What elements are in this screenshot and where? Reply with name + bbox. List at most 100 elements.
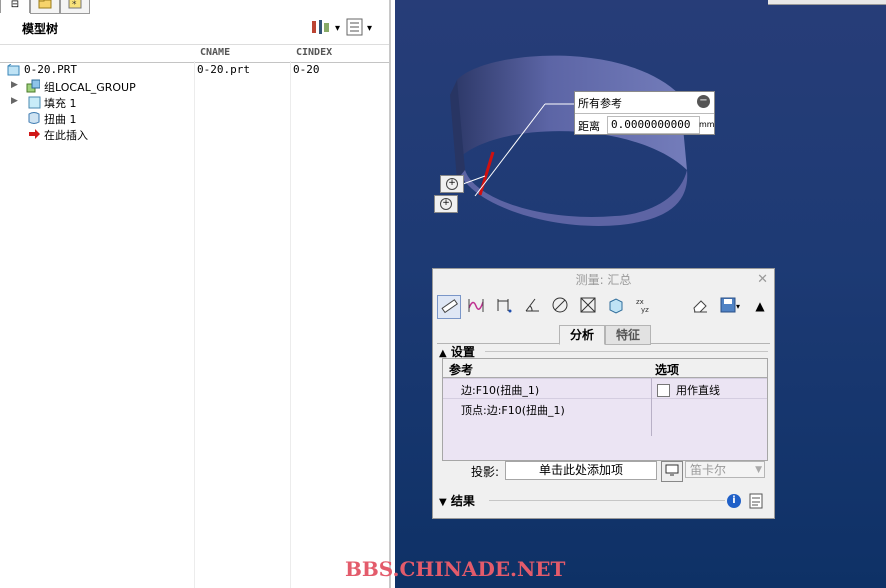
tree-columns-button[interactable]: ▾ xyxy=(346,18,372,38)
xyz-icon: zx yz xyxy=(635,296,653,317)
column-cname[interactable]: CNAME xyxy=(200,47,230,58)
settings-section-label: 设置 xyxy=(450,345,475,359)
warp-icon xyxy=(27,111,41,125)
diameter-icon xyxy=(551,296,569,317)
folder-icon xyxy=(38,0,52,12)
tree-icon: ⊟ xyxy=(10,0,20,10)
column-cindex[interactable]: CINDEX xyxy=(296,47,332,58)
plus-icon: + xyxy=(446,178,458,190)
plus-icon: + xyxy=(440,198,452,210)
expand-icon[interactable]: ▶ xyxy=(11,96,18,106)
area-icon xyxy=(579,296,597,317)
distance-value[interactable]: 0.0000000000 xyxy=(607,116,700,134)
collapse-icon[interactable]: − xyxy=(697,95,710,108)
table-header: 参考 选项 xyxy=(443,359,767,378)
tools-icon xyxy=(310,18,332,39)
tree-toolbar: ▾ ▾ xyxy=(310,18,372,38)
tab-analysis[interactable]: 分析 xyxy=(559,325,606,345)
chevron-down-icon: ▼ xyxy=(755,465,762,475)
reference-cell: 顶点:边:F10(扭曲_1) xyxy=(461,404,565,417)
tree-row-cname: 0-20.prt xyxy=(197,63,250,76)
angle-tool-button[interactable] xyxy=(521,295,543,317)
tree-row-warp[interactable]: 扭曲 1 xyxy=(0,111,389,127)
results-section-toggle[interactable]: ▼ 结果 xyxy=(439,492,475,509)
table-row[interactable]: 顶点:边:F10(扭曲_1) xyxy=(443,398,767,418)
callout-title: 所有参考 xyxy=(578,97,622,110)
tree-row-fill[interactable]: ▶ 填充 1 xyxy=(0,95,389,111)
reference-table: 参考 选项 边:F10(扭曲_1) 用作直线 顶点:边:F10(扭曲_1) xyxy=(442,358,768,461)
panel-tabs: ⊟ * xyxy=(0,0,395,14)
projection-view-button[interactable] xyxy=(661,461,683,482)
diameter-tool-button[interactable] xyxy=(549,295,571,317)
results-section-label: 结果 xyxy=(450,494,475,508)
tree-row-label: 在此插入 xyxy=(44,129,88,142)
collapse-toolbar-button[interactable]: ▲ xyxy=(749,295,771,317)
expand-icon[interactable]: ▶ xyxy=(11,80,18,90)
transform-tool-button[interactable]: zx yz xyxy=(633,295,655,317)
tree-row-label: 填充 1 xyxy=(44,97,77,110)
length-tool-button[interactable] xyxy=(437,295,461,319)
curve-icon xyxy=(467,296,485,317)
eraser-button[interactable] xyxy=(689,295,711,317)
close-icon[interactable]: ✕ xyxy=(757,272,768,287)
column-options: 选项 xyxy=(655,363,680,377)
use-as-line-label: 用作直线 xyxy=(676,384,720,397)
fill-icon xyxy=(27,95,41,109)
expand-reference-button[interactable]: + xyxy=(434,195,458,213)
area-tool-button[interactable] xyxy=(577,295,599,317)
dialog-tabs: 分析 特征 xyxy=(437,323,770,345)
coordinate-system-select[interactable]: 笛卡尔 ▼ xyxy=(685,461,765,478)
svg-text:yz: yz xyxy=(641,306,649,314)
tab-model-tree[interactable]: ⊟ xyxy=(0,0,30,13)
ruler-icon xyxy=(440,297,458,318)
projection-label: 投影: xyxy=(471,465,500,479)
reference-cell: 边:F10(扭曲_1) xyxy=(461,384,540,397)
coordinate-system-value: 笛卡尔 xyxy=(690,463,727,477)
distance-icon xyxy=(495,296,513,317)
distance-unit: mm xyxy=(699,120,715,129)
list-icon xyxy=(346,18,364,39)
measure-toolbar: zx yz ▾ ▲ xyxy=(437,295,770,321)
part-icon xyxy=(6,63,20,77)
projection-input[interactable]: 单击此处添加项 xyxy=(505,461,657,480)
angle-icon xyxy=(523,296,541,317)
info-icon[interactable]: i xyxy=(727,494,741,508)
column-divider xyxy=(651,377,652,436)
dialog-title: 测量: 汇总 xyxy=(575,273,632,287)
tab-favorites[interactable]: * xyxy=(60,0,90,14)
curve-tool-button[interactable] xyxy=(465,295,487,317)
table-row[interactable]: 边:F10(扭曲_1) 用作直线 xyxy=(443,378,767,398)
tree-row-label: 0-20.PRT xyxy=(24,63,77,76)
tree-settings-button[interactable]: ▾ xyxy=(310,18,340,38)
watermark: BBS.CHINADE.NET xyxy=(345,557,566,581)
chevron-down-icon: ▾ xyxy=(367,22,373,34)
panel-divider[interactable] xyxy=(389,0,391,588)
model-tree-panel: ⊟ * 模型树 ▾ ▾ CNAME CINDEX 0-20.PRT 0-20.p… xyxy=(0,0,395,588)
group-icon xyxy=(26,79,40,93)
tab-folder-browser[interactable] xyxy=(30,0,60,14)
distance-label: 距离 xyxy=(578,120,600,133)
monitor-icon xyxy=(665,464,679,479)
tree-row-label: 扭曲 1 xyxy=(44,113,77,126)
measurement-callout: 所有参考 − 距离 0.0000000000 mm xyxy=(574,91,715,135)
section-divider xyxy=(489,500,725,501)
section-divider xyxy=(485,351,768,352)
tree-row-root[interactable]: 0-20.PRT 0-20.prt 0-20 xyxy=(0,63,389,79)
panel-title: 模型树 xyxy=(22,22,59,36)
callout-distance-row: 距离 0.0000000000 mm xyxy=(575,113,715,135)
use-as-line-checkbox[interactable] xyxy=(657,383,670,397)
volume-tool-button[interactable] xyxy=(605,295,627,317)
tree-row-group[interactable]: ▶ 组LOCAL_GROUP xyxy=(0,79,389,95)
save-button[interactable]: ▾ xyxy=(715,295,745,317)
chevron-down-icon: ▼ xyxy=(439,497,447,508)
distance-tool-button[interactable] xyxy=(493,295,515,317)
column-reference: 参考 xyxy=(449,363,474,377)
details-icon[interactable] xyxy=(749,493,763,512)
tab-feature[interactable]: 特征 xyxy=(605,325,652,345)
svg-text:*: * xyxy=(72,0,77,9)
svg-text:zx: zx xyxy=(636,298,644,306)
star-icon: * xyxy=(68,0,82,12)
chevron-down-icon: ▾ xyxy=(335,22,341,34)
expand-reference-button[interactable]: + xyxy=(440,175,464,193)
tree-row-insert-here[interactable]: 在此插入 xyxy=(0,127,389,143)
